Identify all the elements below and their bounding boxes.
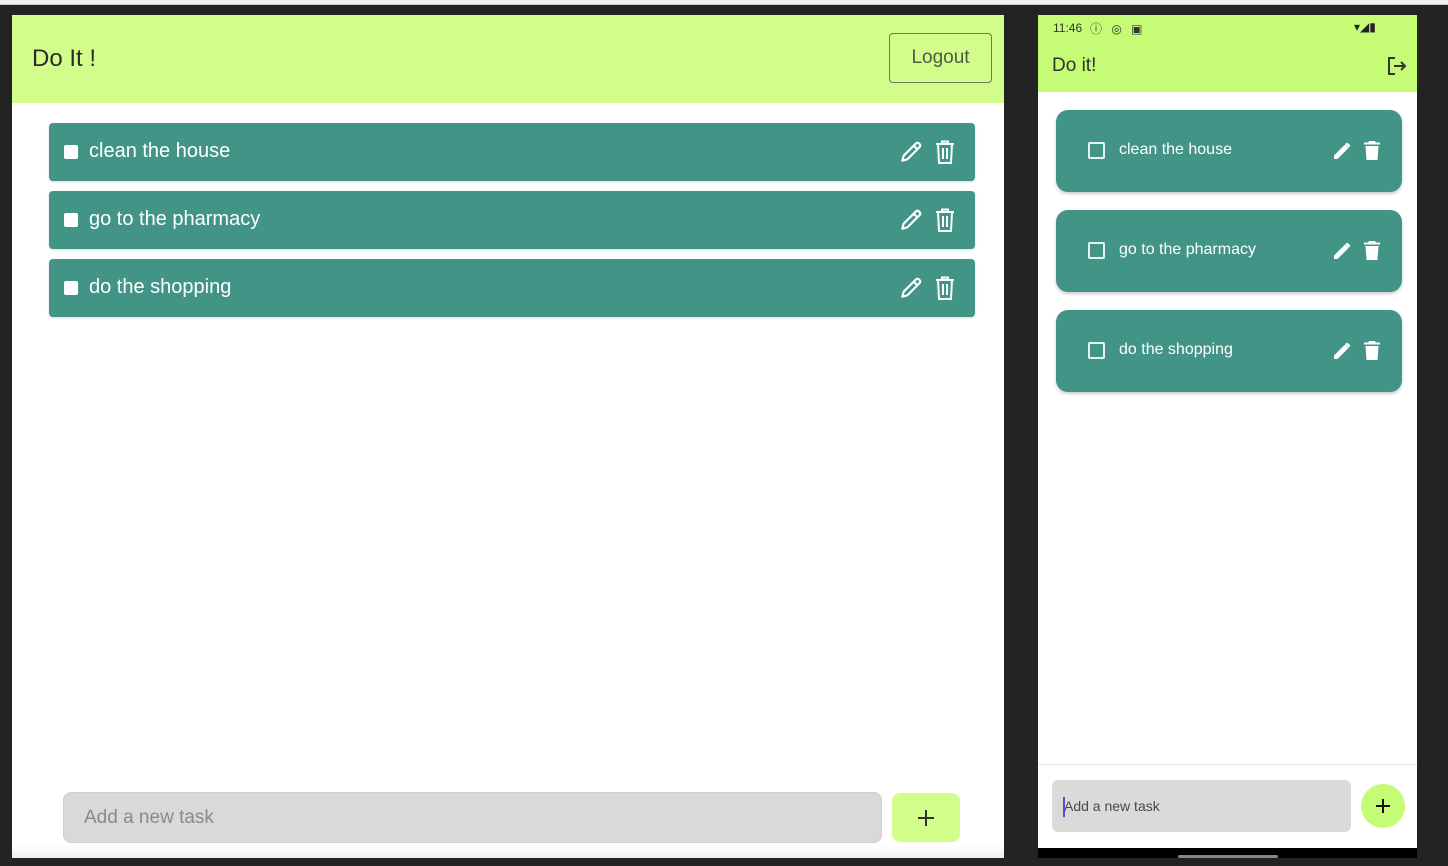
mobile-new-task-input[interactable] xyxy=(1052,780,1351,832)
pencil-icon[interactable] xyxy=(898,139,924,165)
pencil-icon[interactable] xyxy=(1333,342,1351,360)
trash-icon[interactable] xyxy=(1364,141,1380,160)
task-list: clean the house go to the pharmacy do th… xyxy=(49,123,975,327)
task-checkbox[interactable] xyxy=(1088,142,1105,159)
mobile-app: 11:46 ⓘ ◎ ▣ ▾◢▮ Do it! clean the house g… xyxy=(1038,15,1417,858)
status-icons: ⓘ ◎ ▣ xyxy=(1090,22,1146,36)
task-item: do the shopping xyxy=(49,259,975,317)
mobile-add-task-button[interactable] xyxy=(1361,784,1405,828)
window-top-strip xyxy=(0,0,1448,5)
task-label: go to the pharmacy xyxy=(1119,241,1256,258)
status-time: 11:46 xyxy=(1053,21,1083,35)
pencil-icon[interactable] xyxy=(1333,242,1351,260)
task-checkbox[interactable] xyxy=(64,213,78,227)
plus-icon xyxy=(1376,799,1390,813)
task-label: clean the house xyxy=(89,140,231,162)
web-header: Do It ! Logout xyxy=(12,15,1004,103)
logout-button[interactable]: Logout xyxy=(889,33,992,83)
task-checkbox[interactable] xyxy=(1088,342,1105,359)
task-label: go to the pharmacy xyxy=(89,208,261,230)
task-checkbox[interactable] xyxy=(64,145,78,159)
task-checkbox[interactable] xyxy=(64,281,78,295)
trash-icon[interactable] xyxy=(933,207,957,233)
task-checkbox[interactable] xyxy=(1088,242,1105,259)
task-item: do the shopping xyxy=(1056,310,1402,392)
mobile-task-list: clean the house go to the pharmacy do th… xyxy=(1056,110,1402,410)
signal-battery-icons: ▾◢▮ xyxy=(1354,20,1376,34)
pencil-icon[interactable] xyxy=(898,275,924,301)
trash-icon[interactable] xyxy=(933,139,957,165)
logout-icon[interactable] xyxy=(1386,55,1408,77)
pencil-icon[interactable] xyxy=(1333,142,1351,160)
task-label: do the shopping xyxy=(1119,341,1233,358)
home-indicator[interactable] xyxy=(1178,855,1278,858)
text-caret xyxy=(1063,797,1065,817)
web-app: Do It ! Logout clean the house go to the… xyxy=(12,15,1004,858)
new-task-input[interactable] xyxy=(63,792,882,843)
divider xyxy=(1038,764,1417,765)
task-label: clean the house xyxy=(1119,141,1232,158)
app-title: Do It ! xyxy=(32,45,97,72)
mobile-app-title: Do it! xyxy=(1052,55,1097,76)
pencil-icon[interactable] xyxy=(898,207,924,233)
trash-icon[interactable] xyxy=(1364,241,1380,260)
task-item: go to the pharmacy xyxy=(49,191,975,249)
plus-icon xyxy=(918,809,934,826)
bottom-shade xyxy=(12,845,1004,858)
trash-icon[interactable] xyxy=(1364,341,1380,360)
add-task-button[interactable] xyxy=(892,793,960,842)
task-item: clean the house xyxy=(1056,110,1402,192)
task-label: do the shopping xyxy=(89,276,232,298)
trash-icon[interactable] xyxy=(933,275,957,301)
task-item: clean the house xyxy=(49,123,975,181)
mobile-header: 11:46 ⓘ ◎ ▣ ▾◢▮ Do it! xyxy=(1038,15,1417,92)
task-item: go to the pharmacy xyxy=(1056,210,1402,292)
